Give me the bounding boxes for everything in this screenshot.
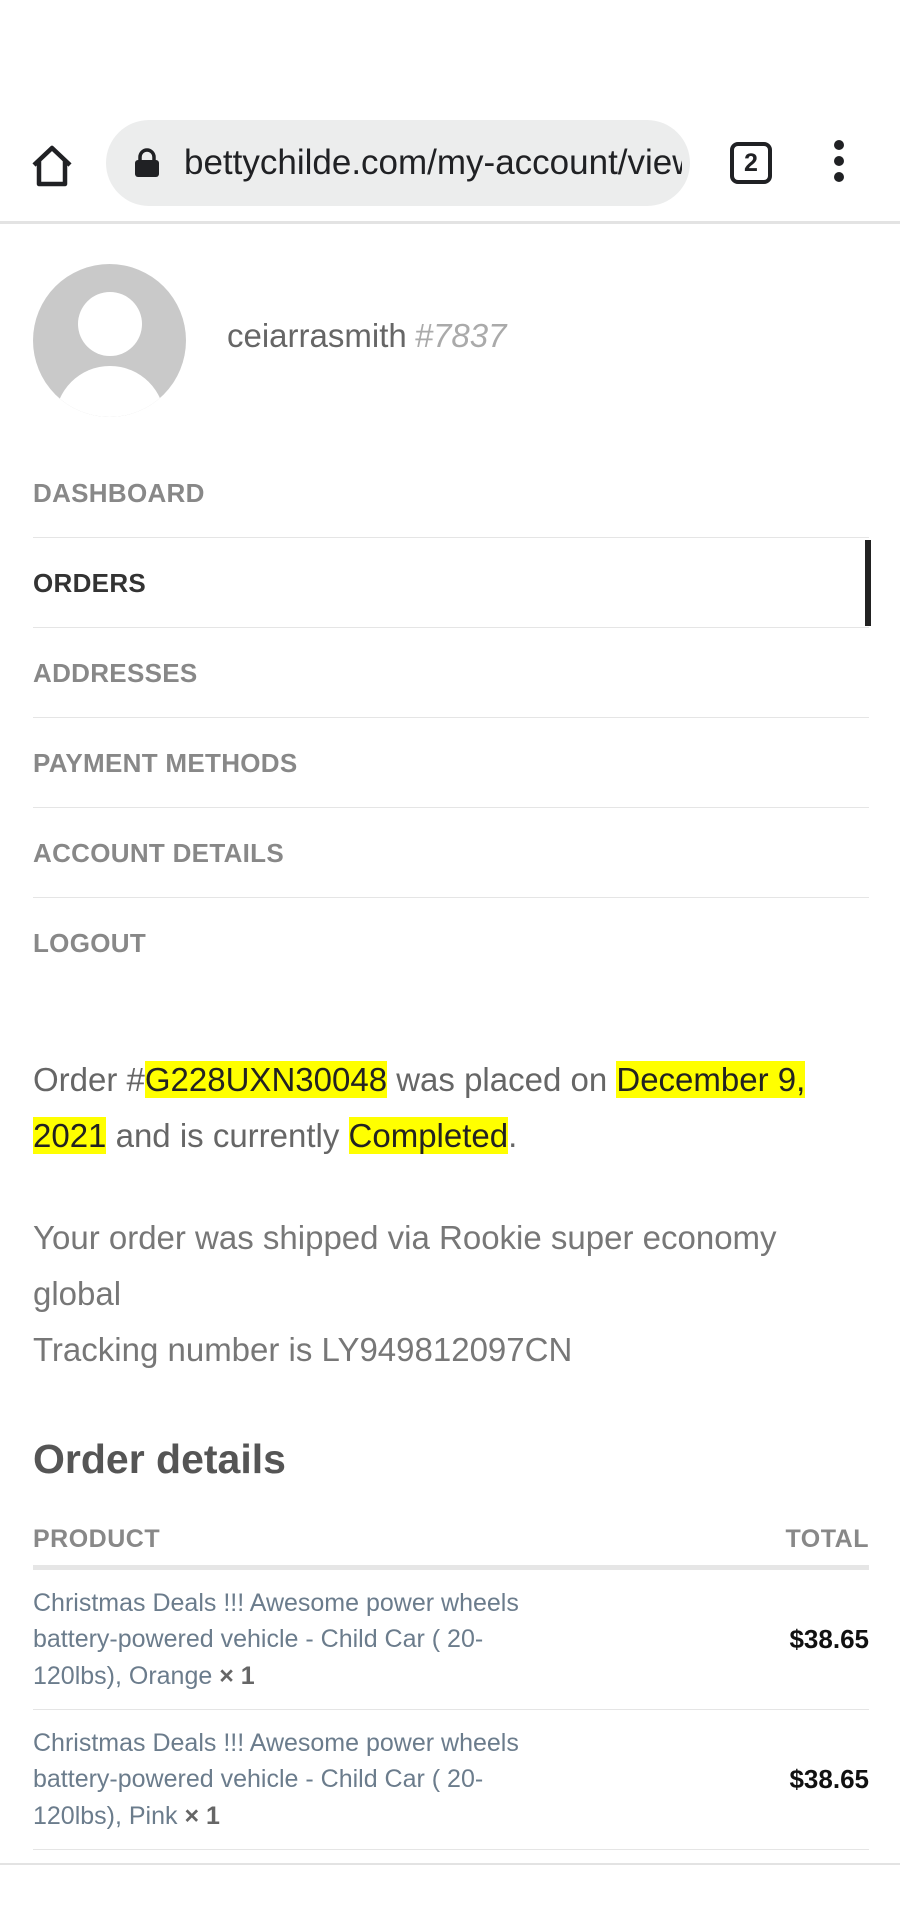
order-details-table: PRODUCT TOTAL Christmas Deals !!! Awesom… [33,1514,869,1850]
end-punct: . [508,1117,518,1154]
product-qty: × 1 [184,1801,220,1830]
product-link[interactable]: Christmas Deals !!! Awesome power wheels… [33,1589,519,1690]
product-total: $38.65 [789,1624,869,1654]
status-text: and is currently [106,1117,349,1154]
bottom-divider [0,1863,900,1865]
user-id: #7837 [414,317,507,354]
table-row: Christmas Deals !!! Awesome power wheels… [33,1570,869,1710]
address-bar[interactable]: bettychilde.com/my-account/view-order [106,120,690,206]
order-number: G228UXN30048 [144,1061,388,1098]
avatar [33,264,186,417]
product-cell: Christmas Deals !!! Awesome power wheels… [33,1585,533,1695]
nav-item-payment-methods[interactable]: PAYMENT METHODS [33,718,869,808]
col-total: TOTAL [785,1525,869,1553]
product-qty: × 1 [219,1661,255,1690]
lock-icon [134,148,160,178]
product-total: $38.65 [789,1764,869,1794]
nav-item-logout[interactable]: LOGOUT [33,898,869,988]
account-navigation: DASHBOARD ORDERS ADDRESSES PAYMENT METHO… [33,448,871,988]
order-summary: Order #G228UXN30048 was placed on Decemb… [33,1052,873,1164]
shipping-method: Your order was shipped via Rookie super … [33,1219,777,1312]
home-icon[interactable] [28,142,76,190]
product-link[interactable]: Christmas Deals !!! Awesome power wheels… [33,1729,519,1830]
tab-switcher-button[interactable]: 2 [730,142,772,184]
nav-item-addresses[interactable]: ADDRESSES [33,628,869,718]
shipping-info: Your order was shipped via Rookie super … [33,1210,873,1378]
username: ceiarrasmith #7837 [227,316,506,356]
order-details-title: Order details [33,1436,286,1482]
placed-text: was placed on [387,1061,617,1098]
order-status: Completed [348,1117,509,1154]
status-bar-area [0,0,900,110]
url-text: bettychilde.com/my-account/view-order [184,143,682,182]
table-row: Christmas Deals !!! Awesome power wheels… [33,1710,869,1850]
browser-toolbar: bettychilde.com/my-account/view-order 2 [0,110,900,224]
nav-item-orders[interactable]: ORDERS [33,538,871,628]
nav-item-dashboard[interactable]: DASHBOARD [33,448,869,538]
nav-item-account-details[interactable]: ACCOUNT DETAILS [33,808,869,898]
username-text: ceiarrasmith [227,317,407,354]
col-product: PRODUCT [33,1525,161,1553]
tracking-number: Tracking number is LY949812097CN [33,1331,573,1368]
order-prefix: Order # [33,1061,145,1098]
product-cell: Christmas Deals !!! Awesome power wheels… [33,1725,533,1835]
table-header: PRODUCT TOTAL [33,1514,869,1570]
more-vert-icon[interactable] [826,140,852,186]
